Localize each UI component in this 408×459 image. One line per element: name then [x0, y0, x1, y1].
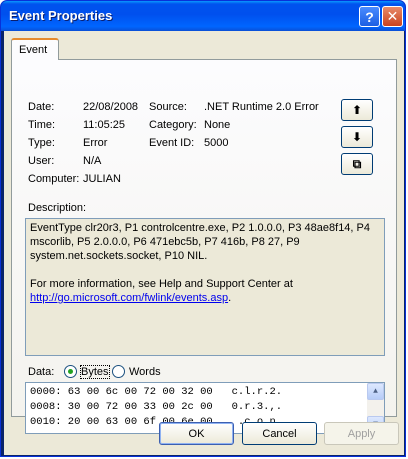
event-id-value: 5000: [204, 137, 229, 149]
scroll-up-button[interactable]: ▲: [367, 383, 384, 400]
category-label: Category:: [149, 119, 197, 131]
link-suffix: .: [228, 292, 232, 304]
close-button[interactable]: ✕: [382, 6, 403, 27]
computer-value: JULIAN: [83, 173, 121, 185]
words-radio[interactable]: [112, 365, 125, 378]
event-properties-window: Event Properties ? ✕ Event Date: 22/08/2…: [0, 0, 406, 457]
date-value: 22/08/2008: [83, 101, 139, 113]
tab-event-label: Event: [19, 44, 48, 56]
time-value: 11:05:25: [83, 119, 126, 131]
tab-event[interactable]: Event: [11, 38, 59, 60]
window-title: Event Properties: [9, 8, 113, 23]
arrow-up-icon: ⬆: [351, 103, 363, 117]
arrow-down-icon: ⬇: [351, 130, 363, 144]
bytes-radio-label[interactable]: Bytes: [80, 365, 110, 379]
scroll-up-icon: ▲: [373, 387, 378, 396]
previous-event-button[interactable]: ⬆: [341, 99, 373, 121]
ok-button-label: OK: [188, 427, 205, 440]
dialog-client-area: Event Date: 22/08/2008 Time: 11:05:25 Ty…: [4, 31, 404, 455]
more-info-text: For more information, see Help and Suppo…: [30, 278, 293, 290]
ok-button[interactable]: OK: [159, 422, 234, 445]
description-text: EventType clr20r3, P1 controlcentre.exe,…: [30, 222, 370, 262]
help-link[interactable]: http://go.microsoft.com/fwlink/events.as…: [30, 292, 228, 304]
cancel-button-label: Cancel: [262, 427, 297, 440]
help-button[interactable]: ?: [359, 6, 380, 27]
description-textbox[interactable]: EventType clr20r3, P1 controlcentre.exe,…: [25, 218, 385, 356]
close-icon: ✕: [386, 8, 399, 24]
bytes-radio[interactable]: [64, 365, 77, 378]
user-value: N/A: [83, 155, 102, 167]
source-label: Source:: [149, 101, 187, 113]
apply-button[interactable]: Apply: [324, 422, 399, 445]
hex-row: 0000: 63 00 6c 00 72 00 32 00 c.l.r.2.: [30, 386, 283, 398]
copy-event-button[interactable]: ⧉: [341, 153, 373, 175]
description-label: Description:: [28, 202, 87, 214]
type-label: Type:: [28, 137, 55, 149]
time-label: Time:: [28, 119, 56, 131]
category-value: None: [204, 119, 231, 131]
type-value: Error: [83, 137, 108, 149]
event-id-label: Event ID:: [149, 137, 195, 149]
words-radio-label[interactable]: Words: [129, 366, 161, 378]
cancel-button[interactable]: Cancel: [242, 422, 317, 445]
user-label: User:: [28, 155, 55, 167]
copy-icon: ⧉: [352, 156, 362, 171]
help-icon: ?: [365, 8, 374, 25]
hex-row: 0008: 30 00 72 00 33 00 2c 00 0.r.3.,.: [30, 401, 283, 413]
computer-label: Computer:: [28, 173, 80, 185]
next-event-button[interactable]: ⬇: [341, 126, 373, 148]
title-bar[interactable]: Event Properties ? ✕: [1, 1, 405, 31]
event-tab-panel: Date: 22/08/2008 Time: 11:05:25 Type: Er…: [11, 59, 397, 434]
data-label: Data:: [28, 366, 55, 378]
date-label: Date:: [28, 101, 55, 113]
source-value: .NET Runtime 2.0 Error: [204, 101, 319, 113]
apply-button-label: Apply: [347, 427, 376, 440]
